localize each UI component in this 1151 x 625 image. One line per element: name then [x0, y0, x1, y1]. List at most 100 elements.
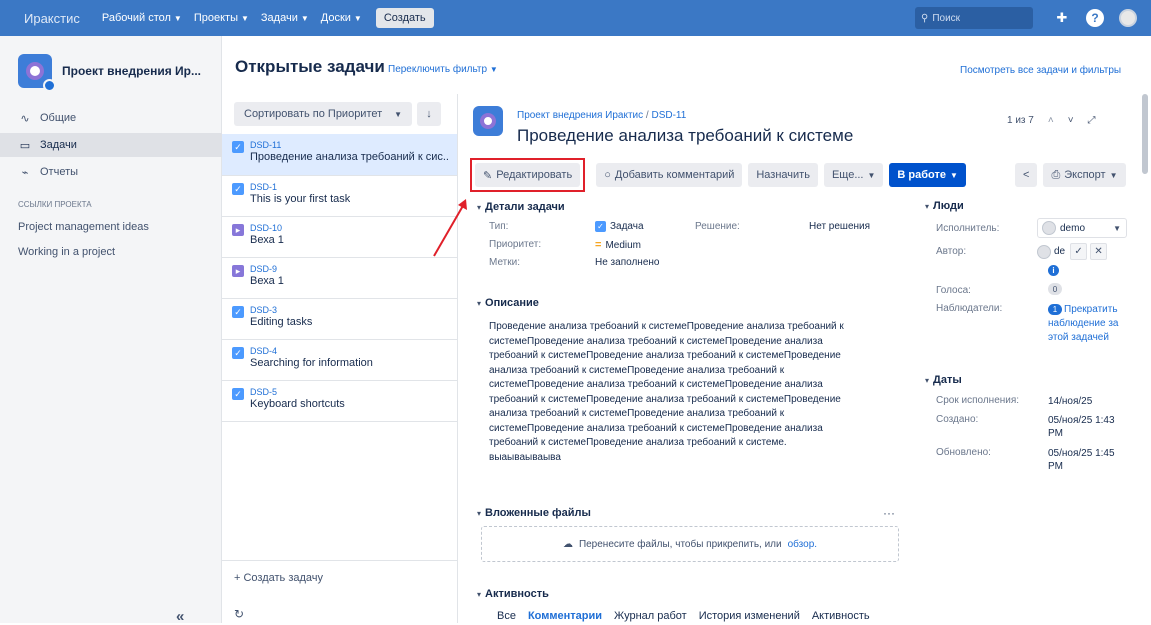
share-button[interactable]: < — [1015, 163, 1038, 187]
labels-value[interactable]: Не заполнено — [595, 257, 659, 268]
tab-activity[interactable]: Активность — [812, 610, 870, 622]
assignee-select[interactable]: demo ▼ — [1037, 218, 1127, 238]
task-detail-panel: Проект внедрения Ирактис / DSD-11 Провед… — [459, 94, 1139, 623]
attachments-section-toggle[interactable]: ▾ Вложенные файлы — [477, 507, 591, 519]
task-toolbar: ✎ Редактировать ○ Добавить комментарий Наз… — [470, 158, 966, 192]
task-type-icon: ✓ — [232, 306, 244, 318]
help-icon[interactable]: ? — [1086, 9, 1104, 27]
sort-direction-button[interactable]: ↓ — [417, 102, 441, 126]
created-value: 05/ноя/25 1:43 PM — [1048, 415, 1115, 439]
sidebar-item-issues[interactable]: ▭ Задачи — [0, 133, 222, 157]
list-item[interactable]: ▸ DSD-10 Веха 1 — [222, 217, 457, 258]
nav-dashboard[interactable]: Рабочий стол ▼ — [102, 12, 182, 24]
breadcrumb-project[interactable]: Проект внедрения Ирактис — [517, 110, 643, 121]
switch-filter-link[interactable]: Переключить фильтр ▼ — [388, 64, 498, 75]
priority-value[interactable]: = Medium — [595, 239, 641, 251]
priority-label: Приоритет: — [489, 239, 542, 250]
priority-medium-icon: = — [595, 239, 602, 251]
list-item[interactable]: ✓ DSD-4 Searching for information — [222, 340, 457, 381]
expand-icon[interactable]: ⤢ — [1088, 115, 1096, 126]
tab-history[interactable]: История изменений — [699, 610, 800, 622]
nav-issues-label: Задачи — [260, 12, 298, 24]
list-item[interactable]: ✓ DSD-5 Keyboard shortcuts — [222, 381, 457, 422]
sidebar-nav: ∿ Общие ▭ Задачи ⌁ Отчеты — [0, 106, 222, 187]
assign-button[interactable]: Назначить — [748, 163, 818, 187]
more-options-icon[interactable]: ··· — [883, 506, 895, 520]
task-type-icon: ✓ — [232, 388, 244, 400]
due-value: 14/ноя/25 — [1048, 396, 1093, 407]
tab-all[interactable]: Все — [497, 610, 516, 622]
info-icon[interactable]: i — [1048, 265, 1059, 276]
description-extra: выаываываыва — [489, 451, 561, 463]
votes-label: Голоса: — [936, 285, 971, 296]
watchers-field[interactable]: 1 Прекратить наблюдение за этой задачей — [1048, 303, 1134, 345]
sidebar-item-label: Отчеты — [40, 166, 79, 178]
list-item[interactable]: ✓ DSD-3 Editing tasks — [222, 299, 457, 340]
author-field[interactable]: de ✓ ✕ — [1037, 243, 1108, 260]
nav-projects[interactable]: Проекты ▼ — [194, 12, 249, 24]
chevron-down-icon: ▼ — [1109, 170, 1118, 180]
chevron-down-icon: ▼ — [1113, 223, 1121, 233]
scrollbar[interactable] — [1142, 94, 1148, 174]
chevron-down-icon: ▼ — [489, 65, 498, 74]
attachment-dropzone[interactable]: ☁ Перенесите файлы, чтобы прикрепить, ил… — [481, 526, 899, 562]
task-summary: Editing tasks — [250, 316, 313, 328]
chevron-down-icon: ▼ — [300, 13, 309, 23]
view-all-filters-link[interactable]: Посмотреть все задачи и фильтры — [960, 65, 1121, 76]
status-button[interactable]: В работе ▼ — [889, 163, 966, 187]
more-button[interactable]: Еще... ▼ — [823, 163, 884, 187]
app-logo[interactable]: Иракстис — [24, 11, 80, 26]
activity-section-toggle[interactable]: ▾ Активность — [477, 588, 549, 600]
chevron-down-icon[interactable]: ˅ — [1068, 115, 1074, 126]
details-section-toggle[interactable]: ▾ Детали задачи — [477, 201, 565, 213]
confirm-icon[interactable]: ✓ — [1070, 243, 1088, 260]
breadcrumb-key[interactable]: DSD-11 — [651, 110, 686, 121]
nav-boards[interactable]: Доски ▼ — [321, 12, 362, 24]
sort-dropdown[interactable]: Сортировать по Приоритет ▼ — [234, 102, 412, 126]
add-comment-button[interactable]: ○ Добавить комментарий — [596, 163, 743, 187]
pencil-icon: ✎ — [483, 169, 493, 182]
list-item[interactable]: ▸ DSD-9 Веха 1 — [222, 258, 457, 299]
sidebar-item-summary[interactable]: ∿ Общие — [0, 106, 222, 130]
list-item[interactable]: ✓ DSD-1 This is your first task — [222, 176, 457, 217]
created-label: Создано: — [936, 414, 979, 425]
chevron-down-icon: ▼ — [353, 13, 362, 23]
task-summary: Searching for information — [250, 357, 373, 369]
tab-worklog[interactable]: Журнал работ — [614, 610, 687, 622]
votes-count[interactable]: 0 — [1048, 283, 1062, 295]
nav-dashboard-label: Рабочий стол — [101, 12, 171, 24]
people-section-toggle[interactable]: ▾ Люди — [925, 200, 964, 212]
chevron-up-icon[interactable]: ˄ — [1048, 115, 1054, 126]
close-icon[interactable]: ✕ — [1090, 243, 1108, 260]
chevron-down-icon: ▼ — [394, 109, 402, 119]
collapse-sidebar-icon[interactable]: « — [176, 608, 184, 625]
create-task-button[interactable]: + Создать задачу — [234, 572, 323, 584]
activity-icon: ∿ — [20, 112, 30, 125]
task-summary: This is your first task — [250, 193, 351, 205]
task-type-icon: ✓ — [595, 221, 606, 232]
description-text[interactable]: Проведение анализа требоаний к системеПр… — [489, 320, 871, 465]
list-item[interactable]: ✓ DSD-11 Проведение анализа требоаний к с… — [222, 134, 457, 176]
dates-section-toggle[interactable]: ▾ Даты — [925, 374, 962, 386]
dates-heading: Даты — [933, 374, 962, 386]
notifications-icon[interactable]: ✚ — [1053, 9, 1071, 27]
project-header[interactable]: Проект внедрения Ир... — [18, 54, 201, 92]
project-link[interactable]: Project management ideas — [18, 221, 149, 233]
refresh-icon[interactable]: ↻ — [234, 607, 244, 621]
share-icon: < — [1023, 169, 1030, 181]
labels-label: Метки: — [489, 257, 520, 268]
edit-highlight: ✎ Редактировать — [470, 158, 586, 192]
description-section-toggle[interactable]: ▾ Описание — [477, 297, 539, 309]
project-link[interactable]: Working in a project — [18, 246, 115, 258]
search-input[interactable]: ⚲ Поиск — [915, 7, 1033, 29]
export-button[interactable]: ⎙ Экспорт ▼ — [1043, 163, 1126, 187]
edit-button[interactable]: ✎ Редактировать — [475, 163, 581, 187]
browse-link[interactable]: обзор. — [788, 539, 817, 550]
export-label: Экспорт — [1064, 169, 1106, 181]
user-avatar[interactable] — [1119, 9, 1137, 27]
sidebar-item-reports[interactable]: ⌁ Отчеты — [0, 160, 222, 184]
nav-issues[interactable]: Задачи ▼ — [261, 12, 309, 24]
tab-comments[interactable]: Комментарии — [528, 610, 602, 622]
create-button[interactable]: Создать — [375, 8, 434, 28]
sort-label: Сортировать по Приоритет — [244, 108, 383, 120]
